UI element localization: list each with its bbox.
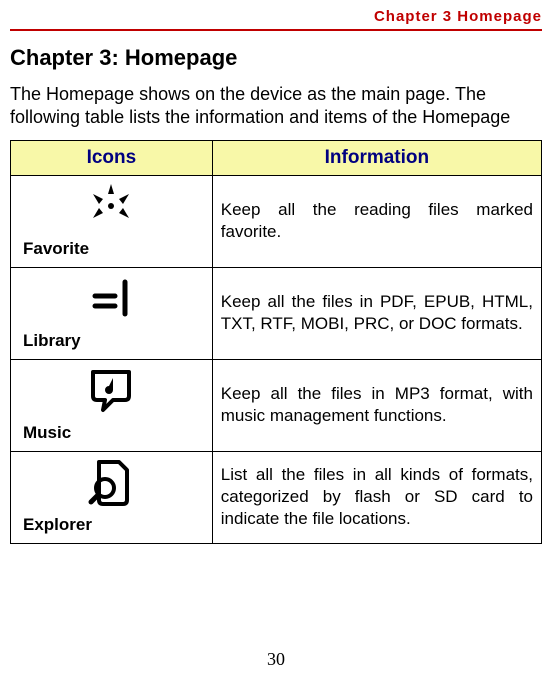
library-icon bbox=[85, 274, 137, 327]
icon-caption: Explorer bbox=[23, 515, 92, 535]
header-info: Information bbox=[212, 140, 541, 175]
header-rule bbox=[10, 29, 542, 31]
running-header: Chapter 3 Homepage bbox=[10, 8, 542, 25]
table-row: Favorite Keep all the reading files mark… bbox=[11, 175, 542, 267]
info-cell: Keep all the reading files marked favori… bbox=[212, 175, 541, 267]
music-icon bbox=[85, 366, 137, 419]
info-cell: List all the files in all kinds of forma… bbox=[212, 451, 541, 543]
icon-cell-library: Library bbox=[11, 267, 213, 359]
icon-cell-explorer: Explorer bbox=[11, 451, 213, 543]
explorer-icon bbox=[85, 458, 137, 511]
table-header-row: Icons Information bbox=[11, 140, 542, 175]
info-cell: Keep all the files in MP3 format, with m… bbox=[212, 359, 541, 451]
favorite-icon bbox=[85, 182, 137, 235]
icon-caption: Library bbox=[23, 331, 81, 351]
icon-cell-music: Music bbox=[11, 359, 213, 451]
icon-cell-favorite: Favorite bbox=[11, 175, 213, 267]
homepage-table: Icons Information bbox=[10, 140, 542, 544]
info-cell: Keep all the files in PDF, EPUB, HTML, T… bbox=[212, 267, 541, 359]
page: Chapter 3 Homepage Chapter 3: Homepage T… bbox=[0, 0, 552, 676]
table-row: Explorer List all the files in all kinds… bbox=[11, 451, 542, 543]
icon-caption: Music bbox=[23, 423, 71, 443]
intro-text: The Homepage shows on the device as the … bbox=[10, 83, 542, 130]
table-row: Library Keep all the files in PDF, EPUB,… bbox=[11, 267, 542, 359]
chapter-title: Chapter 3: Homepage bbox=[10, 45, 542, 71]
header-icons: Icons bbox=[11, 140, 213, 175]
icon-caption: Favorite bbox=[23, 239, 89, 259]
table-row: Music Keep all the files in MP3 format, … bbox=[11, 359, 542, 451]
page-number: 30 bbox=[0, 649, 552, 670]
